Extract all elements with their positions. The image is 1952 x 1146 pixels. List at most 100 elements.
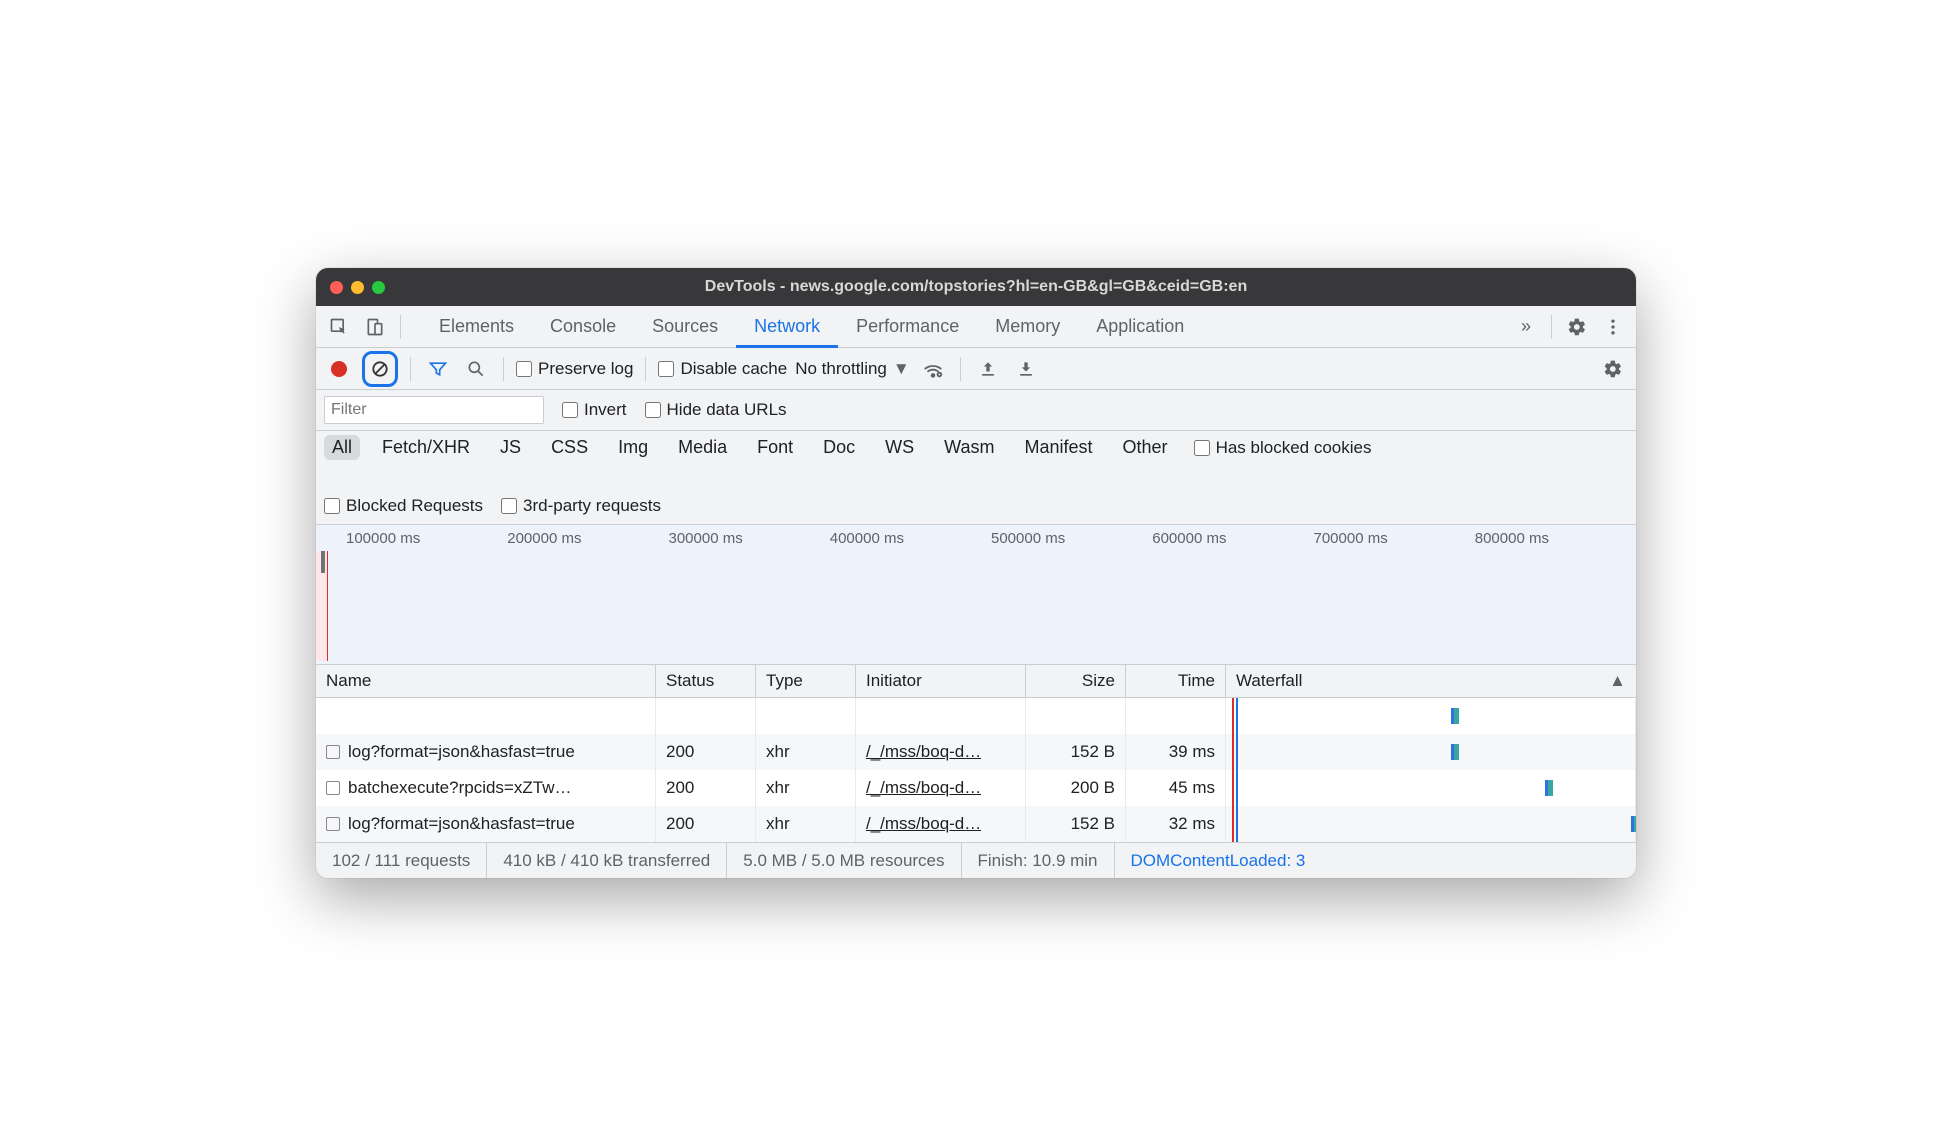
preserve-log-checkbox[interactable]: Preserve log (516, 359, 633, 379)
minimize-window-button[interactable] (351, 281, 364, 294)
table-row[interactable]: log?format=json&hasfast=true 200xhr /_/mss… (316, 806, 1636, 842)
hide-data-urls-checkbox[interactable]: Hide data URLs (645, 400, 787, 420)
preserve-log-label: Preserve log (538, 359, 633, 379)
request-waterfall (1226, 806, 1636, 842)
column-name[interactable]: Name (316, 665, 656, 697)
request-status: 200 (656, 734, 756, 770)
filter-bar-row2: All Fetch/XHR JS CSS Img Media Font Doc WS Wasm Ma… (316, 431, 1636, 525)
column-status[interactable]: Status (656, 665, 756, 697)
disable-cache-label: Disable cache (680, 359, 787, 379)
network-conditions-icon[interactable] (918, 354, 948, 384)
settings-gear-icon[interactable] (1562, 312, 1592, 342)
blocked-requests-label: Blocked Requests (346, 496, 483, 516)
request-initiator[interactable]: /_/mss/boq-d… (866, 778, 981, 798)
has-blocked-cookies-checkbox[interactable]: Has blocked cookies (1194, 438, 1372, 458)
column-time[interactable]: Time (1126, 665, 1226, 697)
clear-log-button[interactable] (362, 351, 398, 387)
invert-label: Invert (584, 400, 627, 420)
request-time: 32 ms (1126, 806, 1226, 842)
type-chip-ws[interactable]: WS (877, 435, 922, 460)
type-chip-font[interactable]: Font (749, 435, 801, 460)
type-chip-img[interactable]: Img (610, 435, 656, 460)
blocked-requests-checkbox[interactable]: Blocked Requests (324, 496, 483, 516)
tab-application[interactable]: Application (1078, 306, 1202, 348)
chevron-down-icon: ▼ (893, 359, 910, 379)
status-resources: 5.0 MB / 5.0 MB resources (727, 843, 961, 878)
divider (1551, 315, 1552, 339)
table-row[interactable]: batchexecute?rpcids=xZTw…200xhr/_/mss/bo… (316, 770, 1636, 806)
kebab-menu-icon[interactable] (1598, 312, 1628, 342)
request-waterfall (1226, 770, 1636, 806)
record-button[interactable] (324, 354, 354, 384)
timeline-tick: 100000 ms (346, 530, 507, 547)
file-icon (326, 817, 340, 831)
request-waterfall (1226, 734, 1636, 770)
type-chip-manifest[interactable]: Manifest (1017, 435, 1101, 460)
filter-bar-row1: Invert Hide data URLs (316, 390, 1636, 431)
inspect-element-icon[interactable] (324, 312, 354, 342)
invert-checkbox[interactable]: Invert (562, 400, 627, 420)
close-window-button[interactable] (330, 281, 343, 294)
hide-data-urls-label: Hide data URLs (667, 400, 787, 420)
type-chip-media[interactable]: Media (670, 435, 735, 460)
third-party-checkbox[interactable]: 3rd-party requests (501, 496, 661, 516)
timeline-tick: 200000 ms (507, 530, 668, 547)
status-transferred: 410 kB / 410 kB transferred (487, 843, 727, 878)
type-chip-doc[interactable]: Doc (815, 435, 863, 460)
more-tabs-button[interactable]: » (1511, 312, 1541, 342)
column-initiator[interactable]: Initiator (856, 665, 1026, 697)
filter-toggle-icon[interactable] (423, 354, 453, 384)
request-type: xhr (756, 770, 856, 806)
timeline-overview[interactable]: 100000 ms200000 ms300000 ms400000 ms5000… (316, 525, 1636, 665)
divider (400, 315, 401, 339)
request-size: 152 B (1026, 734, 1126, 770)
type-chip-fetchxhr[interactable]: Fetch/XHR (374, 435, 478, 460)
filter-input[interactable] (324, 396, 544, 424)
request-initiator[interactable]: /_/mss/boq-d… (866, 814, 981, 834)
divider (645, 357, 646, 381)
status-dcl: DOMContentLoaded: 3 (1115, 843, 1322, 878)
type-chip-css[interactable]: CSS (543, 435, 596, 460)
column-size[interactable]: Size (1026, 665, 1126, 697)
request-size: 200 B (1026, 770, 1126, 806)
tab-sources[interactable]: Sources (634, 306, 736, 348)
type-chip-all[interactable]: All (324, 435, 360, 460)
request-size: 152 B (1026, 806, 1126, 842)
timeline-tick: 700000 ms (1314, 530, 1475, 547)
timeline-body (316, 551, 1636, 661)
divider (503, 357, 504, 381)
devtools-window: DevTools - news.google.com/topstories?hl… (316, 268, 1636, 878)
request-name: log?format=json&hasfast=true (348, 814, 575, 834)
search-icon[interactable] (461, 354, 491, 384)
table-row-empty (316, 698, 1636, 734)
type-chip-other[interactable]: Other (1115, 435, 1176, 460)
tab-memory[interactable]: Memory (977, 306, 1078, 348)
column-waterfall[interactable]: Waterfall▲ (1226, 665, 1636, 697)
column-type[interactable]: Type (756, 665, 856, 697)
window-title: DevTools - news.google.com/topstories?hl… (316, 278, 1636, 296)
request-name: log?format=json&hasfast=true (348, 742, 575, 762)
type-chip-js[interactable]: JS (492, 435, 529, 460)
panel-tabs-row: ElementsConsoleSourcesNetworkPerformance… (316, 306, 1636, 348)
timeline-tick: 600000 ms (1152, 530, 1313, 547)
timeline-start-marker (316, 551, 328, 661)
upload-har-icon[interactable] (973, 354, 1003, 384)
disable-cache-checkbox[interactable]: Disable cache (658, 359, 787, 379)
device-toolbar-icon[interactable] (360, 312, 390, 342)
panel-tabs: ElementsConsoleSourcesNetworkPerformance… (421, 306, 1505, 348)
tab-network[interactable]: Network (736, 306, 838, 348)
download-har-icon[interactable] (1011, 354, 1041, 384)
tab-console[interactable]: Console (532, 306, 634, 348)
tab-elements[interactable]: Elements (421, 306, 532, 348)
request-status: 200 (656, 806, 756, 842)
timeline-tick: 300000 ms (669, 530, 830, 547)
tab-performance[interactable]: Performance (838, 306, 977, 348)
throttling-select[interactable]: No throttling ▼ (795, 359, 910, 379)
request-type: xhr (756, 806, 856, 842)
request-initiator[interactable]: /_/mss/boq-d… (866, 742, 981, 762)
maximize-window-button[interactable] (372, 281, 385, 294)
type-chip-wasm[interactable]: Wasm (936, 435, 1002, 460)
network-settings-gear-icon[interactable] (1598, 354, 1628, 384)
table-row[interactable]: log?format=json&hasfast=true200xhr/_/mss… (316, 734, 1636, 770)
request-time: 45 ms (1126, 770, 1226, 806)
